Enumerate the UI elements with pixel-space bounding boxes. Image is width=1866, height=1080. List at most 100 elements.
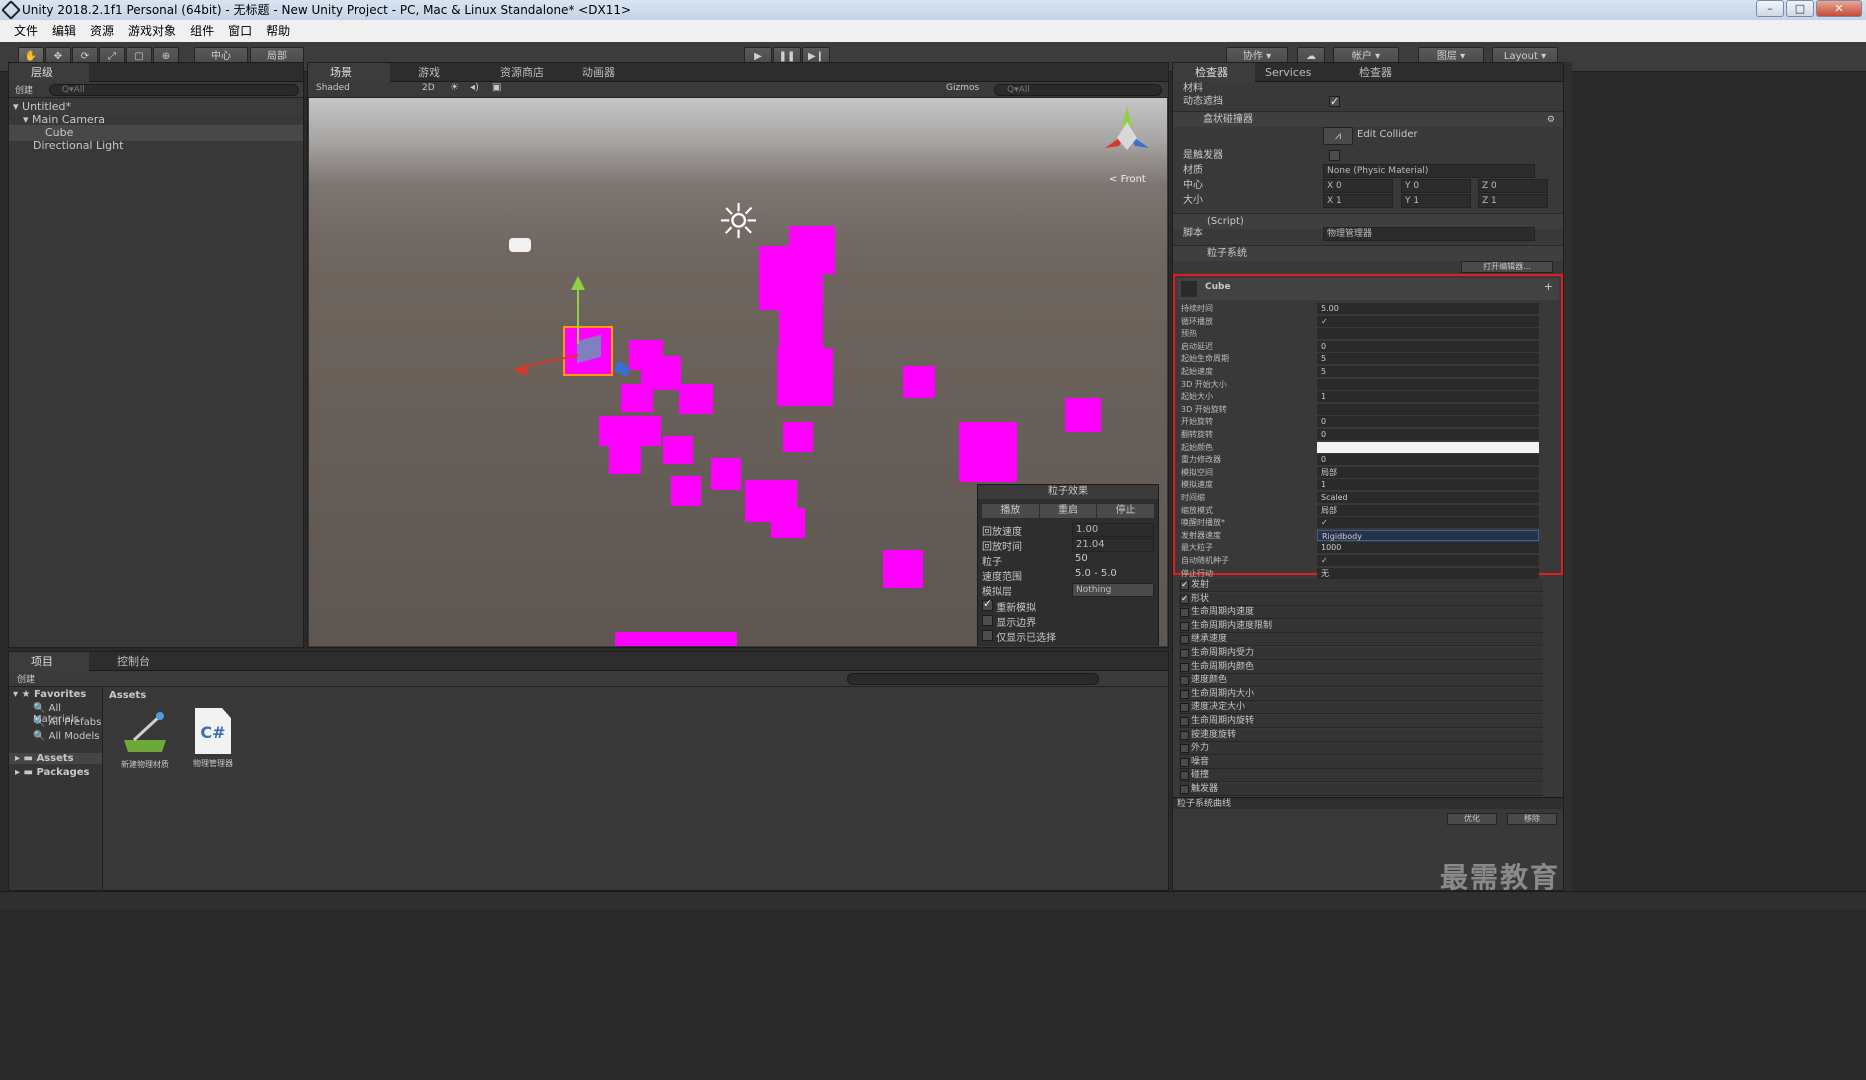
size-x-field[interactable]: X 1 — [1323, 194, 1393, 208]
particle-module-row[interactable]: 生命周期内速度 — [1179, 606, 1543, 620]
particle-module-row[interactable]: 速度颜色 — [1179, 674, 1543, 688]
particle-module-row[interactable]: 触发器 — [1179, 783, 1543, 796]
row-value[interactable]: Rigidbody — [1317, 529, 1539, 541]
curves-header[interactable]: 粒子系统曲线 — [1173, 797, 1563, 809]
row-value[interactable] — [1317, 403, 1539, 415]
row-value[interactable] — [1317, 328, 1539, 340]
module-checkbox[interactable] — [1180, 757, 1189, 767]
module-checkbox[interactable] — [1180, 771, 1189, 781]
module-checkbox[interactable] — [1180, 662, 1189, 672]
restart-effect-button[interactable]: 重启 — [1039, 504, 1097, 518]
inspector-scrollbar[interactable] — [1564, 62, 1572, 891]
packages-folder[interactable]: ▸ ▬ Packages — [15, 767, 89, 778]
particle-module-row[interactable]: 生命周期内受力 — [1179, 647, 1543, 660]
module-checkbox[interactable] — [1180, 635, 1189, 645]
tab-scene[interactable]: 场景 — [308, 63, 390, 82]
script-field[interactable]: 物理管理器 — [1323, 227, 1535, 241]
hierarchy-search-input[interactable]: Q▾All — [49, 84, 299, 96]
row-value[interactable]: Scaled — [1317, 492, 1539, 503]
menu-edit[interactable]: 编辑 — [52, 20, 76, 42]
module-checkbox[interactable]: ✓ — [1180, 594, 1189, 604]
main-module-header[interactable]: Cube + — [1177, 278, 1559, 300]
open-editor-button[interactable]: 打开编辑器... — [1461, 261, 1553, 273]
box-collider-header[interactable]: 盒状碰撞器 ⚙ — [1173, 111, 1563, 127]
particle-module-row[interactable]: 速度决定大小 — [1179, 701, 1543, 715]
lighting-icon[interactable]: ☀ — [450, 82, 459, 93]
row-value[interactable]: 5 — [1317, 366, 1539, 377]
hierarchy-item-directional-light[interactable]: Directional Light — [9, 138, 303, 154]
tab-game[interactable]: 游戏 — [396, 63, 476, 82]
particle-module-row[interactable]: 生命周期内旋转 — [1179, 715, 1543, 728]
tab-hierarchy[interactable]: 层级 — [9, 63, 89, 82]
resimulate-checkbox[interactable] — [982, 597, 993, 611]
show-selected-checkbox[interactable] — [982, 630, 993, 641]
menu-assets[interactable]: 资源 — [90, 20, 114, 42]
row-value[interactable]: 5.00 — [1317, 303, 1539, 314]
row-value[interactable]: 1 — [1317, 391, 1539, 403]
favorite-all-models[interactable]: 🔍 All Models — [33, 731, 99, 742]
assets-breadcrumb[interactable]: Assets — [109, 690, 146, 701]
z-arrow-icon[interactable] — [613, 361, 631, 377]
module-checkbox[interactable] — [1180, 621, 1189, 631]
particle-module-row[interactable]: 外力 — [1179, 742, 1543, 756]
row-value[interactable] — [1317, 378, 1539, 390]
x-arrow-icon[interactable] — [513, 364, 527, 376]
is-trigger-checkbox[interactable] — [1329, 150, 1340, 161]
scene-viewport[interactable]: < Front ☼ 粒子效果 播放 重启 停止 回放速度 1.00 回放时间 2… — [309, 98, 1167, 646]
row-value[interactable] — [1317, 441, 1539, 453]
row-value[interactable]: 5 — [1317, 353, 1539, 365]
playback-time-field[interactable]: 21.04 — [1072, 538, 1154, 552]
simulate-layers-dropdown[interactable]: Nothing — [1072, 583, 1154, 597]
menu-component[interactable]: 组件 — [190, 20, 214, 42]
project-search-input[interactable] — [847, 673, 1099, 685]
mode-2d-toggle[interactable]: 2D — [422, 83, 435, 93]
stop-effect-button[interactable]: 停止 — [1097, 504, 1155, 518]
tab-asset-store[interactable]: 资源商店 — [478, 63, 568, 82]
y-arrow-icon[interactable] — [571, 276, 585, 290]
particle-module-row[interactable]: 继承速度 — [1179, 633, 1543, 647]
module-checkbox[interactable] — [1180, 649, 1189, 658]
dynamic-occluded-checkbox[interactable] — [1329, 93, 1340, 111]
particle-module-row[interactable]: 生命周期内速度限制 — [1179, 619, 1543, 633]
move-gizmo-y-axis[interactable] — [577, 284, 579, 344]
play-effect-button[interactable]: 播放 — [982, 504, 1039, 518]
row-value[interactable]: 0 — [1317, 340, 1539, 352]
particle-module-row[interactable]: 生命周期内颜色 — [1179, 660, 1543, 674]
particle-module-row[interactable]: ✓ 发射 — [1179, 579, 1543, 592]
favorite-all-prefabs[interactable]: 🔍 All Prefabs — [33, 717, 101, 728]
center-z-field[interactable]: Z 0 — [1478, 179, 1548, 193]
row-value[interactable]: 1000 — [1317, 542, 1539, 554]
minimize-button[interactable]: – — [1756, 0, 1784, 17]
edit-collider-button[interactable]: ⩘ — [1323, 127, 1353, 145]
row-value[interactable]: ✓ — [1317, 555, 1539, 566]
menu-file[interactable]: 文件 — [14, 20, 38, 42]
module-checkbox[interactable] — [1180, 608, 1189, 618]
tab-console[interactable]: 控制台 — [95, 652, 175, 671]
row-value[interactable]: ✓ — [1317, 315, 1539, 327]
row-value[interactable]: 0 — [1317, 416, 1539, 428]
settings-gear-icon[interactable]: ⚙ — [1547, 112, 1555, 128]
create-dropdown[interactable]: 创建 — [15, 83, 33, 96]
row-value[interactable]: 0 — [1317, 454, 1539, 466]
row-value[interactable]: ✓ — [1317, 517, 1539, 529]
module-checkbox[interactable] — [1180, 717, 1189, 726]
shading-dropdown[interactable]: Shaded — [316, 83, 350, 93]
favorites-folder[interactable]: ▾ ★ Favorites — [13, 689, 86, 700]
gizmos-dropdown[interactable]: Gizmos — [946, 83, 979, 93]
camera-icon[interactable] — [509, 238, 531, 252]
row-value[interactable]: 0 — [1317, 429, 1539, 440]
row-value[interactable]: 无 — [1317, 567, 1539, 579]
asset-item[interactable]: C# 物理管理器 — [185, 708, 241, 769]
module-checkbox[interactable] — [1180, 689, 1189, 699]
particle-module-row[interactable]: ✓ 形状 — [1179, 592, 1543, 606]
menu-help[interactable]: 帮助 — [266, 20, 290, 42]
center-x-field[interactable]: X 0 — [1323, 179, 1393, 193]
project-create-dropdown[interactable]: 创建 — [17, 672, 35, 685]
remove-button[interactable]: 移除 — [1507, 813, 1557, 825]
scene-search-input[interactable]: Q▾All — [994, 84, 1162, 96]
particle-module-row[interactable]: 生命周期内大小 — [1179, 687, 1543, 701]
directional-light-icon[interactable]: ☼ — [717, 198, 760, 246]
effects-icon[interactable]: ▣ — [492, 82, 501, 93]
menu-gameobject[interactable]: 游戏对象 — [128, 20, 176, 42]
size-y-field[interactable]: Y 1 — [1401, 194, 1471, 208]
